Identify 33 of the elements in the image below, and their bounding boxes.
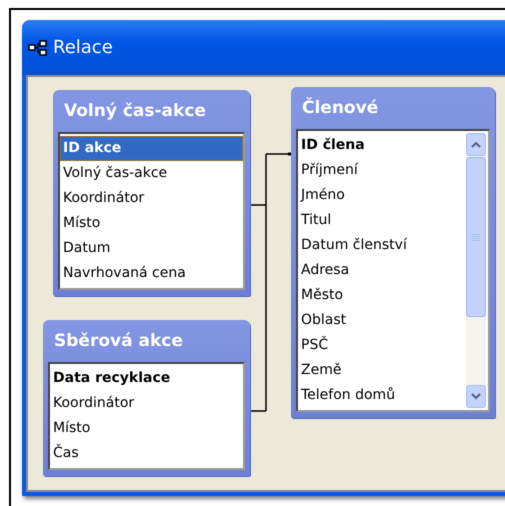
field-item[interactable]: Příjmení — [298, 158, 466, 183]
field-item[interactable]: Volný čas-akce — [60, 161, 243, 186]
field-item[interactable]: Čas — [50, 441, 243, 466]
field-item[interactable]: ID akce — [60, 136, 243, 161]
field-item[interactable]: Telefon domů — [298, 383, 466, 408]
chevron-down-icon — [471, 393, 481, 400]
field-item[interactable]: Koordinátor — [60, 186, 243, 211]
chevron-up-icon — [471, 141, 481, 148]
field-item[interactable]: Město — [298, 283, 466, 308]
scroll-up-button[interactable] — [466, 133, 486, 156]
field-item[interactable]: Země — [298, 358, 466, 383]
field-item[interactable]: Datum členství — [298, 233, 466, 258]
relationships-icon — [28, 40, 48, 56]
field-item[interactable]: Jméno — [298, 183, 466, 208]
field-item[interactable]: Datum — [60, 236, 243, 261]
field-item[interactable]: Místo — [50, 416, 243, 441]
field-item[interactable]: Místo — [60, 211, 243, 236]
field-item[interactable]: Adresa — [298, 258, 466, 283]
table-window[interactable]: Členové ID člena Příjmení Jméno Titul Datum členství Adresa Město Oblast PSČ Země Telefon domů — [291, 87, 495, 418]
scrollbar[interactable] — [466, 131, 488, 410]
field-item[interactable]: Titul — [298, 208, 466, 233]
field-item[interactable]: Koordinátor — [50, 391, 243, 416]
scroll-down-button[interactable] — [466, 385, 486, 408]
table-window[interactable]: Sběrová akce Data recyklace Koordinátor Místo Čas — [43, 320, 250, 476]
table-window[interactable]: Volný čas-akce ID akce Volný čas-akce Koordinátor Místo Datum Navrhovaná cena — [53, 90, 250, 296]
window-title: Relace — [53, 37, 113, 58]
scroll-thumb[interactable] — [466, 157, 486, 317]
field-item[interactable]: ID člena — [298, 133, 466, 158]
grip-icon — [472, 233, 480, 241]
field-item[interactable]: Data recyklace — [50, 366, 243, 391]
field-item[interactable]: Oblast — [298, 308, 466, 333]
field-item[interactable]: Navrhovaná cena — [60, 261, 243, 286]
field-item[interactable]: PSČ — [298, 333, 466, 358]
